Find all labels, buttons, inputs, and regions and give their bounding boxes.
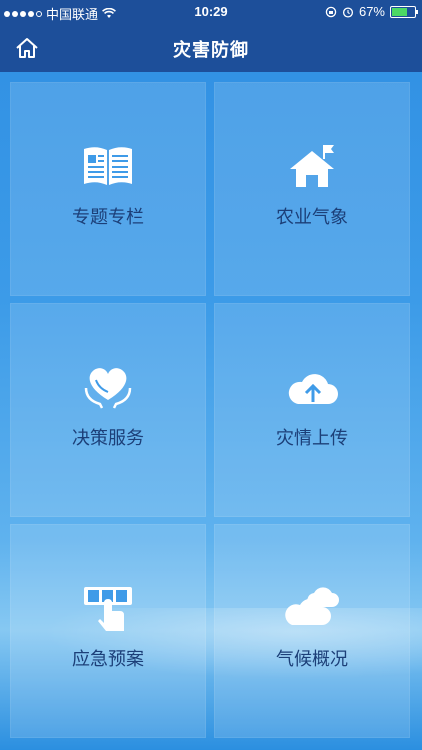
tile-climate-overview[interactable]: 气候概况 bbox=[214, 524, 410, 738]
nav-bar: 灾害防御 bbox=[0, 24, 422, 72]
tile-label: 专题专栏 bbox=[72, 207, 144, 228]
battery-icon bbox=[390, 5, 418, 18]
alarm-icon bbox=[342, 6, 354, 18]
page-title: 灾害防御 bbox=[173, 40, 249, 61]
tile-disaster-upload[interactable]: 灾情上传 bbox=[214, 303, 410, 517]
tile-emergency-plan[interactable]: 应急预案 bbox=[10, 524, 206, 738]
sos-hand-icon bbox=[84, 587, 132, 631]
book-icon bbox=[84, 147, 132, 185]
tile-label: 决策服务 bbox=[72, 428, 144, 449]
clouds-icon bbox=[285, 587, 339, 625]
status-bar-right: 67% bbox=[325, 4, 418, 19]
tile-decision-services[interactable]: 决策服务 bbox=[10, 303, 206, 517]
tile-agricultural-weather[interactable]: 农业气象 bbox=[214, 82, 410, 296]
cloud-upload-icon bbox=[288, 374, 338, 404]
house-flag-icon bbox=[290, 145, 334, 187]
tile-label: 灾情上传 bbox=[276, 428, 348, 449]
tile-label: 农业气象 bbox=[276, 207, 348, 228]
menu-grid: 专题专栏 农业气象 决策服务 灾情上传 应急预案 气候概况 bbox=[10, 82, 412, 738]
rotation-lock-icon bbox=[325, 6, 337, 17]
tile-special-topics[interactable]: 专题专栏 bbox=[10, 82, 206, 296]
status-bar: 中国联通 10:29 67% bbox=[0, 0, 422, 24]
heart-hands-icon bbox=[84, 368, 132, 409]
battery-percent: 67% bbox=[358, 4, 385, 19]
battery-fill bbox=[392, 7, 407, 16]
tile-label: 气候概况 bbox=[276, 649, 348, 670]
tile-label: 应急预案 bbox=[72, 649, 144, 670]
